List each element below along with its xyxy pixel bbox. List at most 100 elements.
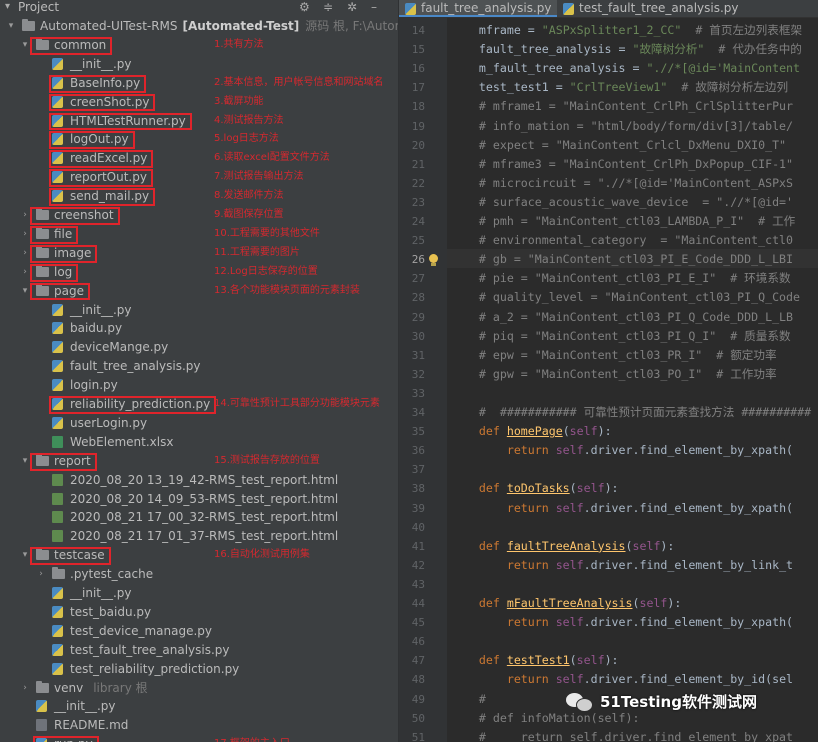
tree-item-label: .pytest_cache xyxy=(70,567,154,582)
code-line[interactable]: # microcircuit = ".//*[@id='MainContent_… xyxy=(451,174,818,193)
chevron-right-icon[interactable]: › xyxy=(20,263,30,281)
tree-file[interactable]: test_reliability_prediction.py xyxy=(0,660,399,678)
py-file-icon xyxy=(52,416,63,429)
tree-file[interactable]: __init__.py xyxy=(0,697,399,715)
line-number: 44 xyxy=(411,597,425,610)
tree-file[interactable]: login.py xyxy=(0,376,399,394)
collapse-icon[interactable]: ≑ xyxy=(323,0,333,14)
chevron-right-icon[interactable]: › xyxy=(20,244,30,262)
code-line[interactable]: def homePage(self): xyxy=(451,422,818,441)
tree-file[interactable]: __init__.py xyxy=(0,55,399,73)
highlight-box xyxy=(49,188,156,206)
code-line[interactable]: mframe = "ASPxSplitter1_2_CC" # 首页左边列表框架 xyxy=(451,21,818,40)
code-token: # gb = "MainContent_ctl03_PI_E_Code_DDD_… xyxy=(451,252,794,267)
chevron-right-icon[interactable]: › xyxy=(36,565,46,583)
tree-file[interactable]: 2020_08_21 17_01_37-RMS_test_report.html xyxy=(0,527,399,545)
code-line[interactable]: # ########### 可靠性预计页面元素查找方法 ########## xyxy=(451,403,818,422)
tree-folder[interactable]: ▾ Automated-UITest-RMS [Automated-Test] 源码 … xyxy=(0,17,399,35)
hide-icon[interactable]: – xyxy=(371,0,377,14)
folder-icon xyxy=(52,567,65,580)
line-number: 14 xyxy=(411,24,425,37)
gear-icon[interactable]: ✲ xyxy=(347,0,357,14)
annotation-label: 3.截屏功能 xyxy=(214,95,264,107)
code-line[interactable]: # mframe1 = "MainContent_CrlPh_CrlSplitt… xyxy=(451,97,818,116)
code-line[interactable]: def toDoTasks(self): xyxy=(451,479,818,498)
code-line[interactable]: # pmh = "MainContent_ctl03_LAMBDA_P_I" #… xyxy=(451,212,818,231)
code-line[interactable]: return self.driver.find_element_by_link_… xyxy=(451,556,818,575)
editor-tab[interactable]: test_fault_tree_analysis.py xyxy=(557,0,739,17)
code-line[interactable]: # surface_acoustic_wave_device = ".//*[@… xyxy=(451,193,818,212)
code-token: # mframe1 = "MainContent_CrlPh_CrlSplitt… xyxy=(451,99,794,114)
tree-file[interactable]: __init__.py xyxy=(0,584,399,602)
code-line[interactable] xyxy=(451,632,818,651)
tree-file[interactable]: fault_tree_analysis.py xyxy=(0,357,399,375)
code-token: mFaultTreeAnalysis xyxy=(506,596,633,610)
code-line[interactable]: return self.driver.find_element_by_xpath… xyxy=(451,613,818,632)
code-line[interactable]: # mframe3 = "MainContent_CrlPh_DxPopup_C… xyxy=(451,155,818,174)
chevron-down-icon[interactable]: ▾ xyxy=(20,282,30,300)
line-number: 41 xyxy=(411,539,425,553)
line-number: 24 xyxy=(411,215,425,228)
chevron-right-icon[interactable]: › xyxy=(20,206,30,224)
code-line[interactable]: # expect = "MainContent_Crlcl_DxMenu_DXI… xyxy=(451,136,818,155)
code-line[interactable]: # info_mation = "html/body/form/div[3]/t… xyxy=(451,117,818,136)
code-line[interactable] xyxy=(451,575,818,594)
code-line[interactable]: # environmental_category = "MainContent_… xyxy=(451,231,818,250)
chevron-down-icon[interactable]: ▾ xyxy=(20,452,30,470)
code-line[interactable] xyxy=(451,384,818,403)
highlight-box xyxy=(49,169,153,188)
tree-file[interactable]: test_fault_tree_analysis.py xyxy=(0,641,399,659)
code-token: # a_2 = "MainContent_ctl03_PI_Q_Code_DDD… xyxy=(451,309,794,324)
code-line[interactable]: # a_2 = "MainContent_ctl03_PI_Q_Code_DDD… xyxy=(451,308,818,327)
tree-folder[interactable]: › venv library 根 xyxy=(0,679,399,697)
code-line[interactable]: def faultTreeAnalysis(self): xyxy=(451,537,818,556)
tree-file[interactable]: 2020_08_21 17_00_32-RMS_test_report.html xyxy=(0,508,399,526)
code-line[interactable]: return self.driver.find_element_by_xpath… xyxy=(451,499,818,518)
chevron-down-icon[interactable]: ▾ xyxy=(20,36,30,54)
code-token: "ASPxSplitter1_2_CC" xyxy=(541,23,682,37)
code-line[interactable]: # return self.driver.find_element_by_xpa… xyxy=(451,728,818,742)
code-line[interactable]: # pie = "MainContent_ctl03_PI_E_I" # 环境系… xyxy=(451,269,818,288)
tree-file[interactable]: 2020_08_20 13_19_42-RMS_test_report.html xyxy=(0,471,399,489)
tree-file[interactable]: deviceMange.py xyxy=(0,338,399,356)
code-line[interactable]: # epw = "MainContent_ctl03_PR_I" # 额定功率 xyxy=(451,346,818,365)
line-number: 18 xyxy=(411,100,425,114)
code-line[interactable]: fault_tree_analysis = "故障树分析" # 代办任务中的 xyxy=(451,40,818,59)
code-line[interactable]: def testTest1(self): xyxy=(451,651,818,670)
tree-file[interactable]: baidu.py xyxy=(0,319,399,337)
project-panel-title[interactable]: Project xyxy=(18,0,59,14)
tree-file[interactable]: README.md xyxy=(0,716,399,734)
code-line[interactable] xyxy=(451,460,818,479)
tree-file[interactable]: test_device_manage.py xyxy=(0,622,399,640)
tree-file[interactable]: WebElement.xlsx xyxy=(0,433,399,451)
code-line[interactable]: def mFaultTreeAnalysis(self): xyxy=(451,594,818,613)
tree-file[interactable]: test_baidu.py xyxy=(0,603,399,621)
lightbulb-icon[interactable] xyxy=(429,254,438,267)
settings-icon[interactable]: ⚙ xyxy=(299,0,310,14)
editor-tab[interactable]: fault_tree_analysis.py xyxy=(399,0,557,17)
chevron-down-icon[interactable]: ▾ xyxy=(6,17,16,35)
code-line[interactable]: # gb = "MainContent_ctl03_PI_E_Code_DDD_… xyxy=(451,250,818,269)
code-line[interactable]: return self.driver.find_element_by_xpath… xyxy=(451,441,818,460)
tree-file[interactable]: 2020_08_20 14_09_53-RMS_test_report.html xyxy=(0,490,399,508)
annotation-label: 6.读取excel配置文件方法 xyxy=(214,152,330,164)
chevron-down-icon[interactable]: ▾ xyxy=(20,546,30,564)
code-line[interactable]: test_test1 = "CrlTreeView1" # 故障树分析左边列 xyxy=(451,78,818,97)
code-line[interactable] xyxy=(451,518,818,537)
code-line[interactable]: # quality_level = "MainContent_ctl03_PI_… xyxy=(451,288,818,307)
code-line[interactable]: # gpw = "MainContent_ctl03_PO_I" # 工作功率 xyxy=(451,365,818,384)
line-number: 40 xyxy=(411,520,425,534)
html-file-icon xyxy=(52,492,63,505)
chevron-right-icon[interactable]: › xyxy=(20,225,30,243)
chevron-right-icon[interactable]: › xyxy=(20,679,30,697)
code-line[interactable]: # piq = "MainContent_ctl03_PI_Q_I" # 质量系… xyxy=(451,327,818,346)
code-token: def xyxy=(451,596,507,610)
py-file-icon xyxy=(52,624,63,637)
project-dropdown-icon[interactable]: ▾ xyxy=(5,0,10,14)
tree-file[interactable]: __init__.py xyxy=(0,301,399,319)
code-token: homePage xyxy=(506,424,563,439)
code-line[interactable]: m_fault_tree_analysis = ".//*[@id='MainC… xyxy=(451,59,818,78)
highlight-box xyxy=(49,150,154,169)
tree-file[interactable]: userLogin.py xyxy=(0,414,399,432)
tree-folder[interactable]: › .pytest_cache xyxy=(0,565,399,583)
